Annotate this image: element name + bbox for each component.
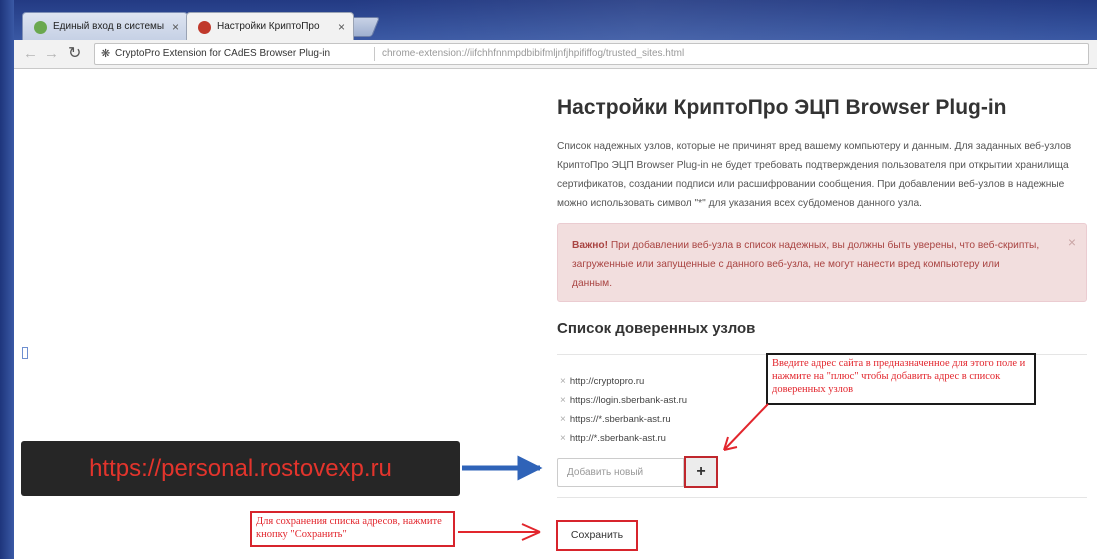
text-cursor-marker bbox=[22, 347, 28, 359]
trusted-sites-list: × http://cryptopro.ru × https://login.sber… bbox=[560, 372, 687, 448]
reload-icon[interactable]: ↻ bbox=[68, 44, 81, 64]
address-bar[interactable]: ❋ CryptoPro Extension for CAdES Browser … bbox=[94, 43, 1089, 65]
close-icon[interactable]: × bbox=[1068, 234, 1076, 250]
site-url: https://*.sberbank-ast.ru bbox=[569, 414, 671, 425]
trusted-sites-heading: Список доверенных узлов bbox=[557, 320, 756, 337]
remove-icon[interactable]: × bbox=[560, 376, 566, 387]
page-title: Настройки КриптоПро ЭЦП Browser Plug-in bbox=[557, 96, 1007, 119]
remove-icon[interactable]: × bbox=[560, 433, 566, 444]
tab-strip-highlight bbox=[340, 0, 1097, 40]
site-url: http://cryptopro.ru bbox=[569, 376, 645, 387]
add-site-button[interactable]: + bbox=[684, 456, 718, 488]
save-button[interactable]: Сохранить bbox=[556, 520, 638, 551]
cryptopro-favicon-icon bbox=[198, 21, 211, 34]
add-instruction-note: Введите адрес сайта в предназначенное дл… bbox=[766, 353, 1036, 405]
forward-arrow-icon[interactable]: → bbox=[44, 44, 59, 64]
list-item: × https://login.sberbank-ast.ru bbox=[560, 391, 687, 410]
tab-strip: Единый вход в системы × Настройки Крипто… bbox=[0, 0, 1097, 40]
alert-strong: Важно! bbox=[572, 240, 609, 251]
back-arrow-icon[interactable]: ← bbox=[23, 44, 38, 64]
window-frame-left bbox=[0, 0, 14, 559]
puzzle-piece-icon: ❋ bbox=[101, 48, 111, 60]
add-site-input[interactable] bbox=[557, 458, 684, 487]
extension-name: CryptoPro Extension for CAdES Browser Pl… bbox=[115, 48, 331, 59]
close-tab-icon[interactable]: × bbox=[338, 13, 345, 40]
alert-message: При добавлении веб-узла в список надежны… bbox=[572, 240, 1040, 289]
globe-favicon-icon bbox=[34, 21, 47, 34]
url-callout-banner: https://personal.rostovexp.ru bbox=[21, 441, 460, 496]
browser-toolbar: ← → ↻ ❋ CryptoPro Extension for CAdES Br… bbox=[14, 40, 1097, 69]
alert-text: Важно! При добавлении веб-узла в список … bbox=[572, 236, 1042, 293]
url-text[interactable]: chrome-extension://iifchhfnnmpdbibifmljn… bbox=[382, 44, 684, 64]
remove-icon[interactable]: × bbox=[560, 395, 566, 406]
site-url: http://*.sberbank-ast.ru bbox=[569, 433, 666, 444]
tab-title: Настройки КриптоПро bbox=[217, 21, 320, 32]
tab-single-sign-on[interactable]: Единый вход в системы × bbox=[22, 12, 188, 40]
warning-alert: Важно! При добавлении веб-узла в список … bbox=[557, 223, 1087, 302]
list-item: × http://cryptopro.ru bbox=[560, 372, 687, 391]
list-item: × http://*.sberbank-ast.ru bbox=[560, 429, 687, 448]
remove-icon[interactable]: × bbox=[560, 414, 566, 425]
tab-cryptopro-settings[interactable]: Настройки КриптоПро × bbox=[186, 12, 354, 40]
list-item: × https://*.sberbank-ast.ru bbox=[560, 410, 687, 429]
save-instruction-note: Для сохранения списка адресов, нажмите к… bbox=[250, 511, 455, 547]
divider bbox=[557, 497, 1087, 498]
address-separator bbox=[374, 47, 375, 61]
page-description: Список надежных узлов, которые не причин… bbox=[557, 141, 1072, 209]
tab-title: Единый вход в системы bbox=[53, 21, 165, 32]
close-tab-icon[interactable]: × bbox=[172, 13, 179, 40]
site-url: https://login.sberbank-ast.ru bbox=[569, 395, 688, 406]
